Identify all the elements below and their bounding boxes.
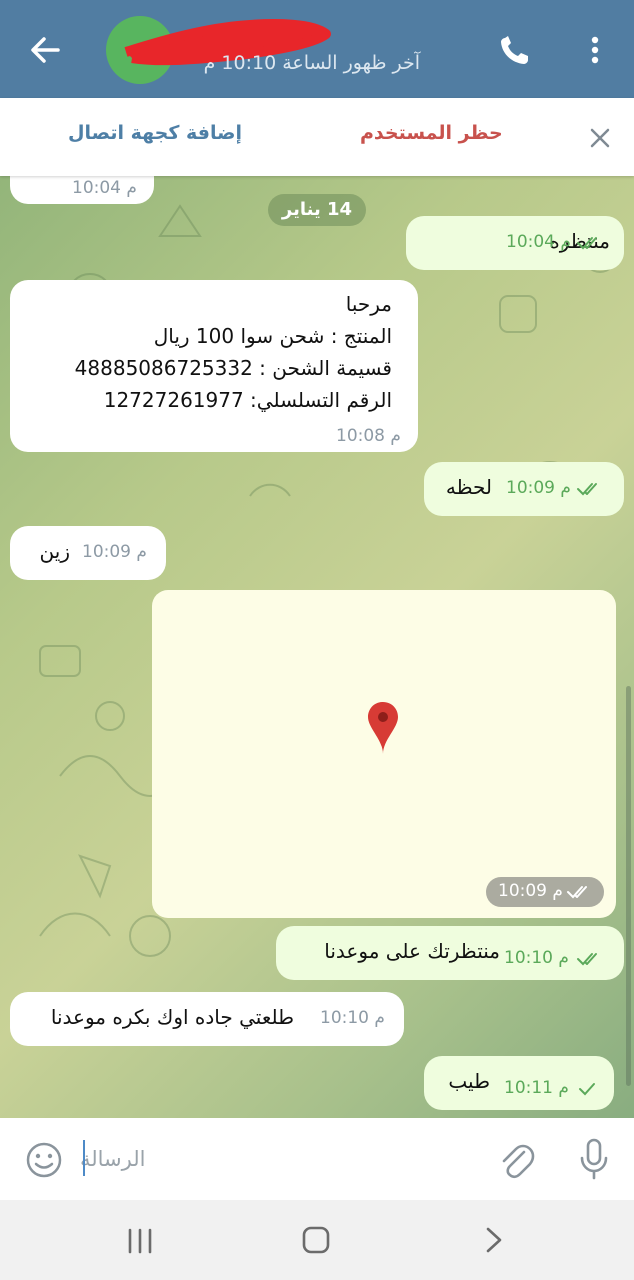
phone-icon[interactable] — [494, 30, 538, 70]
message-time: 10:10 م — [320, 1008, 385, 1028]
message-text: زين — [39, 539, 70, 563]
message-input[interactable] — [80, 1134, 480, 1184]
home-icon[interactable] — [296, 1222, 336, 1258]
chevron-right-icon[interactable] — [478, 1222, 510, 1258]
date-separator: 14 يناير — [268, 194, 366, 226]
message-text: طيب — [448, 1069, 490, 1093]
message-composer — [0, 1118, 634, 1200]
message-text: منتظرتك على موعدنا — [324, 939, 500, 963]
message-incoming[interactable]: تم 10:04 م — [10, 176, 154, 204]
message-incoming[interactable]: زين 10:09 م — [10, 526, 166, 580]
message-text: لحظه — [445, 475, 492, 499]
system-navigation-bar — [0, 1200, 634, 1280]
message-time: 10:10 م — [504, 948, 569, 968]
message-time: 10:09 م — [506, 478, 571, 498]
message-time: 10:09 م — [498, 881, 563, 901]
message-outgoing[interactable]: منتظره 10:04 م — [406, 216, 624, 270]
back-arrow-icon[interactable] — [24, 30, 68, 70]
message-incoming[interactable]: طلعتي جاده اوك بكره موعدنا 10:10 م — [10, 992, 404, 1046]
message-time: 10:04 م — [506, 232, 571, 252]
message-time: 10:04 م — [72, 178, 137, 198]
last-seen-status: آخر ظهور الساعة 10:10 م — [203, 52, 420, 74]
double-check-icon — [577, 953, 597, 966]
message-time: 10:09 م — [82, 542, 147, 562]
recent-apps-icon[interactable] — [120, 1224, 160, 1258]
block-user-button[interactable]: حظر المستخدم — [360, 122, 503, 144]
message-line: قسيمة الشحن : 48885086725332 — [74, 356, 392, 380]
contact-action-bar: إضافة كجهة اتصال حظر المستخدم — [0, 98, 634, 176]
chat-messages-area[interactable]: تم 10:04 م 14 يناير منتظره 10:04 م مرحبا… — [0, 176, 634, 1118]
text-cursor — [83, 1140, 85, 1176]
map-pin-icon — [368, 702, 398, 754]
message-text: طلعتي جاده اوك بكره موعدنا — [50, 1005, 294, 1029]
smile-icon[interactable] — [24, 1140, 64, 1180]
close-icon[interactable] — [584, 122, 616, 154]
double-check-icon — [577, 237, 597, 250]
message-time: 10:08 م — [336, 426, 401, 446]
location-message[interactable]: 10:09 م — [152, 590, 616, 918]
message-line: مرحبا — [345, 292, 392, 316]
check-icon — [579, 1083, 595, 1096]
message-outgoing[interactable]: طيب 10:11 م — [424, 1056, 614, 1110]
paperclip-icon[interactable] — [496, 1138, 536, 1182]
message-line: الرقم التسلسلي: 12727261977 — [103, 388, 392, 412]
message-time: 10:11 م — [504, 1078, 569, 1098]
microphone-icon[interactable] — [574, 1136, 614, 1182]
more-vertical-icon[interactable] — [582, 30, 608, 70]
message-outgoing[interactable]: منتظرتك على موعدنا 10:10 م — [276, 926, 624, 980]
double-check-icon — [577, 483, 597, 496]
add-contact-button[interactable]: إضافة كجهة اتصال — [68, 122, 242, 144]
message-incoming[interactable]: مرحبا المنتج : شحن سوا 100 ريال قسيمة ال… — [10, 280, 418, 452]
message-outgoing[interactable]: لحظه 10:09 م — [424, 462, 624, 516]
chat-header: آخر ظهور الساعة 10:10 م — [0, 0, 634, 98]
chat-scrollbar[interactable] — [626, 686, 631, 1086]
message-line: المنتج : شحن سوا 100 ريال — [153, 324, 392, 348]
double-check-icon — [567, 886, 587, 899]
location-time-badge: 10:09 م — [486, 877, 604, 907]
